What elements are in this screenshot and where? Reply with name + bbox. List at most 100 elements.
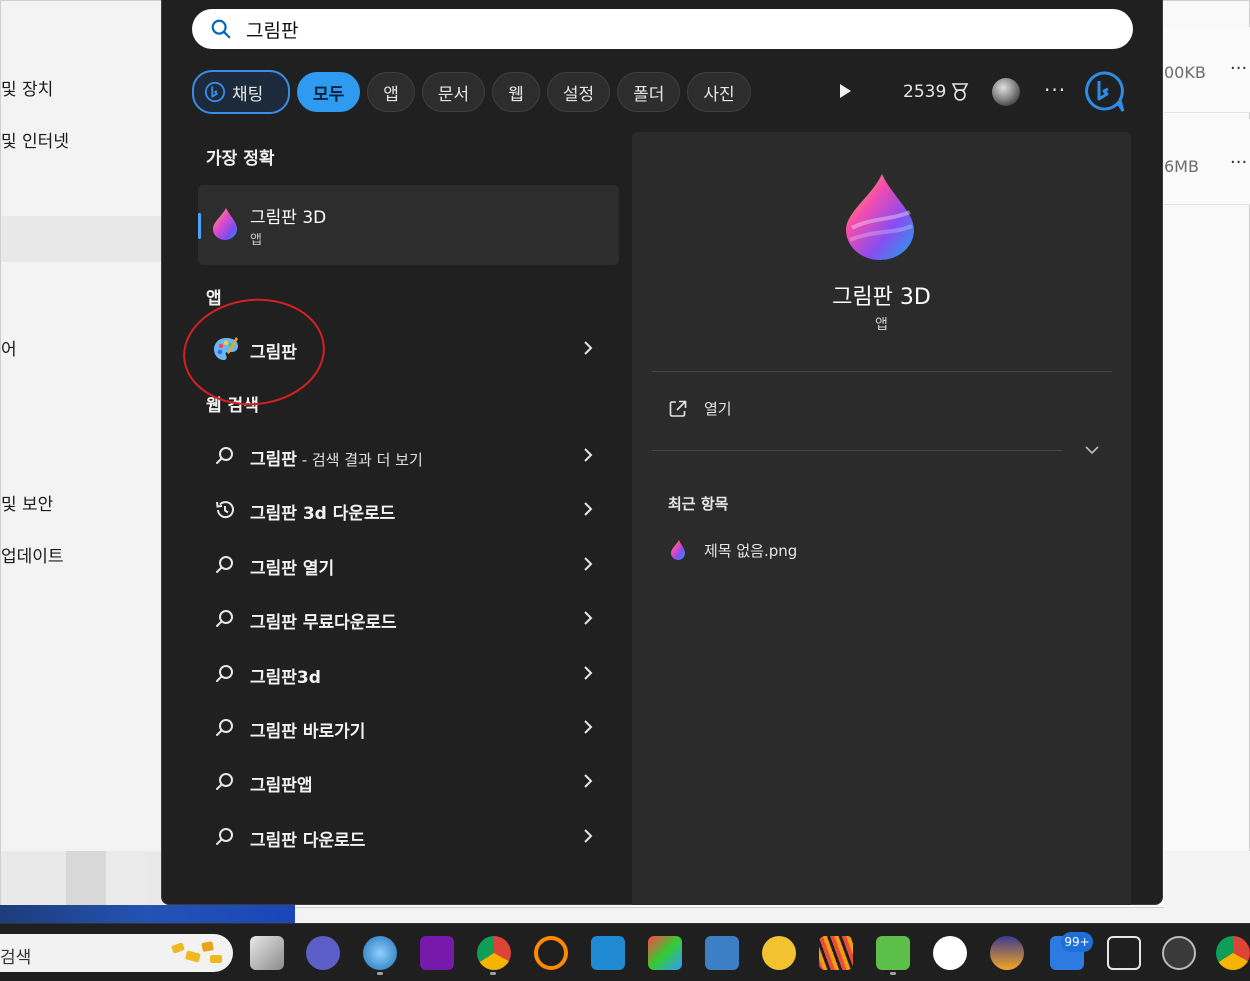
settings-sidebar-item-security[interactable]: 및 보안: [1, 490, 53, 515]
chevron-right-icon[interactable]: [582, 827, 594, 845]
app-icon[interactable]: [933, 936, 967, 970]
search-icon: [216, 447, 233, 464]
search-icon: [216, 610, 233, 627]
chevron-down-icon[interactable]: [1084, 444, 1100, 456]
open-external-icon: [669, 400, 687, 417]
recent-heading: 최근 항목: [668, 495, 729, 513]
web-result-item[interactable]: 그림판 3d 다운로드: [198, 485, 619, 533]
more-icon[interactable]: ···: [1230, 152, 1247, 173]
teams-chat-icon[interactable]: [306, 936, 340, 970]
notification-badge: 99+: [1061, 932, 1093, 952]
web-result-item[interactable]: 그림판 - 검색 결과 더 보기: [198, 431, 619, 479]
detail-title: 그림판 3D: [832, 285, 931, 310]
audio-app-icon[interactable]: [762, 936, 796, 970]
app-icon[interactable]: [990, 936, 1024, 970]
web-result-title: 그림판앱: [250, 776, 313, 796]
bing-icon[interactable]: [1083, 70, 1125, 114]
settings-sidebar-item-devices[interactable]: 및 장치: [1, 75, 53, 100]
best-match-type: 앱: [250, 233, 262, 248]
play-icon[interactable]: [836, 82, 854, 100]
paint-app-icon[interactable]: [363, 936, 397, 970]
chat-chip-label: 채팅: [232, 84, 264, 105]
search-icon: [216, 773, 233, 790]
chip-documents[interactable]: 문서: [421, 72, 486, 112]
notepad-icon[interactable]: [876, 936, 910, 970]
chevron-right-icon[interactable]: [582, 446, 594, 464]
more-icon[interactable]: ···: [1230, 58, 1247, 79]
chevron-right-icon[interactable]: [582, 555, 594, 573]
search-icon: [216, 828, 233, 845]
chevron-right-icon[interactable]: [582, 339, 594, 357]
best-match-item[interactable]: 그림판 3D 앱: [198, 185, 619, 265]
chip-folders[interactable]: 폴더: [617, 72, 681, 112]
chevron-right-icon[interactable]: [582, 718, 594, 736]
taskbar-search[interactable]: 검색: [0, 934, 233, 972]
chip-settings[interactable]: 설정: [546, 72, 611, 112]
paint-3d-file-icon: [671, 540, 685, 560]
open-label: 열기: [704, 400, 732, 418]
app-icon[interactable]: [648, 936, 682, 970]
chevron-right-icon[interactable]: [582, 609, 594, 627]
search-box[interactable]: [192, 9, 1133, 49]
storage-row[interactable]: 6MB ···: [1164, 119, 1250, 205]
chrome-icon[interactable]: [1216, 936, 1250, 970]
search-tool-icon[interactable]: [534, 936, 568, 970]
apps-heading: 앱: [206, 289, 222, 309]
search-input[interactable]: [246, 18, 1106, 40]
chrome-icon[interactable]: [477, 936, 511, 970]
search-icon: [211, 19, 231, 39]
chevron-right-icon[interactable]: [582, 500, 594, 518]
storage-row[interactable]: 00KB ···: [1164, 27, 1250, 113]
settings-sidebar-item-language[interactable]: 어: [1, 335, 17, 360]
web-result-title: 그림판3d: [250, 668, 321, 688]
search-icon: [216, 719, 233, 736]
selection-indicator: [198, 213, 201, 239]
search-icon: [216, 556, 233, 573]
web-result-item[interactable]: 그림판앱: [198, 757, 619, 805]
divider: [652, 371, 1112, 372]
paint-3d-icon: [213, 208, 237, 240]
hangul-icon[interactable]: [705, 936, 739, 970]
task-view-icon[interactable]: [250, 936, 284, 970]
desktop-wallpaper: [0, 905, 295, 923]
profile-avatar[interactable]: [992, 78, 1020, 106]
chip-all[interactable]: 모두: [297, 72, 361, 112]
running-indicator: [377, 972, 383, 975]
chevron-right-icon[interactable]: [582, 772, 594, 790]
divider: [652, 450, 1062, 451]
open-action[interactable]: 열기: [668, 398, 732, 419]
settings-sidebar-item-network[interactable]: 및 인터넷: [1, 127, 69, 152]
rewards-points[interactable]: 2539: [903, 82, 970, 102]
onenote-icon[interactable]: [420, 936, 454, 970]
web-result-item[interactable]: 그림판 바로가기: [198, 703, 619, 751]
web-result-title: 그림판 무료다운로드: [250, 613, 397, 633]
chip-web[interactable]: 웹: [492, 72, 540, 112]
app-icon[interactable]: [819, 936, 853, 970]
web-result-suffix: - 검색 결과 더 보기: [296, 451, 423, 469]
web-result-title: 그림판 바로가기: [250, 722, 366, 742]
chevron-right-icon[interactable]: [582, 664, 594, 682]
search-highlight-icon: [171, 941, 222, 963]
thumbnail: [66, 851, 106, 905]
detail-type: 앱: [875, 317, 888, 333]
recent-file-item[interactable]: 제목 없음.png: [670, 539, 797, 561]
chat-chip[interactable]: 채팅: [192, 70, 290, 114]
bing-chat-icon: [204, 81, 226, 103]
web-result-item[interactable]: 그림판 무료다운로드: [198, 594, 619, 642]
web-result-item[interactable]: 그림판 다운로드: [198, 812, 619, 860]
web-result-title: 그림판 다운로드: [250, 831, 366, 851]
settings-sidebar-item-update[interactable]: 업데이트: [1, 542, 64, 567]
web-result-item[interactable]: 그림판 열기: [198, 540, 619, 588]
chip-photos[interactable]: 사진: [687, 72, 751, 112]
best-match-heading: 가장 정확: [206, 149, 275, 169]
more-options-icon[interactable]: ···: [1044, 78, 1066, 102]
filter-chips: 채팅 모두 앱 문서 웹 설정 폴더 사진: [192, 70, 758, 114]
storage-size: 6MB: [1164, 157, 1199, 176]
r-app-icon[interactable]: [1107, 936, 1141, 970]
obs-icon[interactable]: [1162, 936, 1196, 970]
web-result-item[interactable]: 그림판3d: [198, 649, 619, 697]
chip-apps[interactable]: 앱: [367, 72, 415, 112]
history-icon: [216, 501, 234, 519]
running-indicator: [890, 972, 896, 975]
vscode-icon[interactable]: [591, 936, 625, 970]
